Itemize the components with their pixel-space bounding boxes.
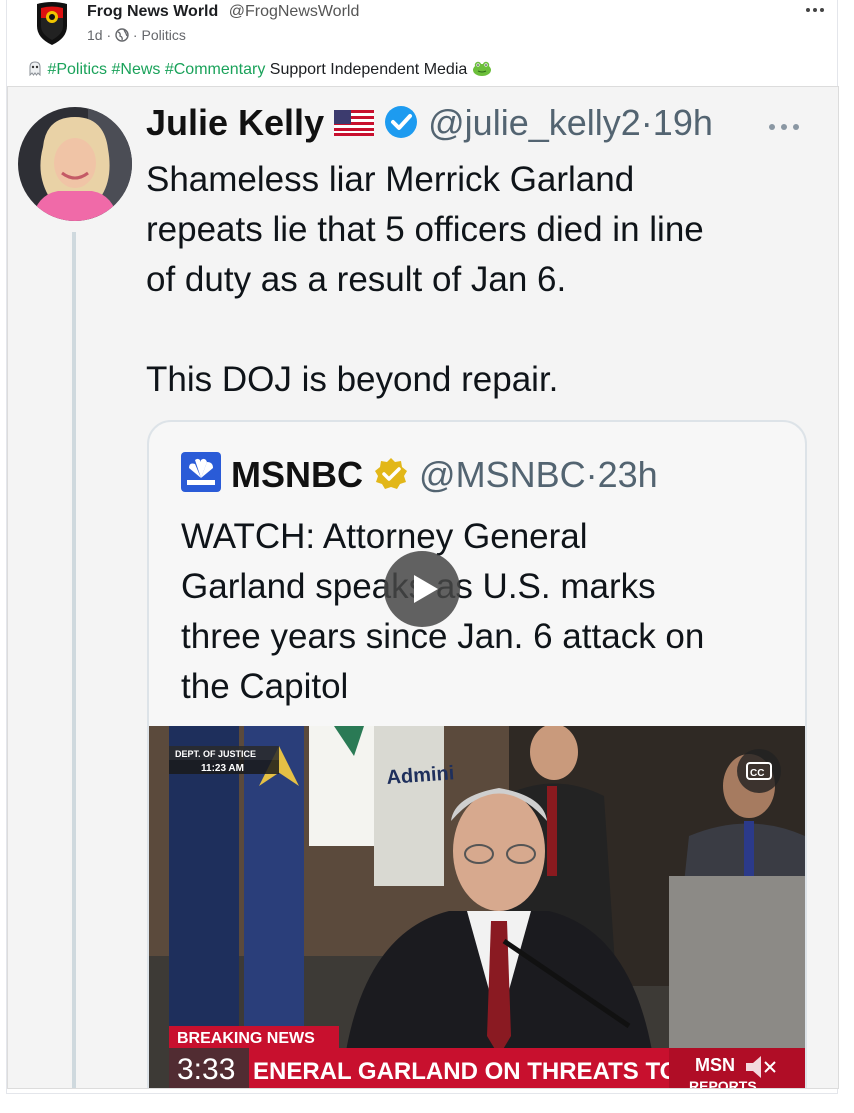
thread-line (72, 232, 76, 1088)
tweet-header: Julie Kelly @julie_kelly2·19h (146, 102, 713, 144)
frog-emoji-icon (472, 61, 492, 78)
post-category[interactable]: Politics (141, 27, 185, 43)
quoted-time: 23h (597, 454, 658, 495)
tweet-text: Shameless liar Merrick Garland repeats l… (146, 155, 816, 405)
author-avatar[interactable] (33, 0, 71, 46)
breaking-label: BREAKING NEWS (177, 1030, 315, 1047)
play-icon (414, 575, 438, 603)
quoted-separator: · (585, 454, 598, 495)
quoted-tweet-header: MSNBC @MSNBC·23h (181, 452, 658, 496)
dept-label: DEPT. OF JUSTICE (175, 749, 256, 759)
quoted-text-line: Garland speaks as U.S. marks (181, 567, 656, 606)
play-button[interactable] (384, 551, 460, 627)
ghost-emoji-icon (27, 61, 47, 78)
meta-separator: · (132, 27, 138, 43)
msnbc-logo-icon (181, 452, 231, 495)
hashtag-link[interactable]: #News (111, 61, 160, 78)
tweet-author-avatar (18, 107, 132, 221)
tweet-author-handle: @julie_kelly2 (428, 102, 641, 143)
post-meta: 1d · · Politics (87, 27, 186, 43)
quoted-author-handle: @MSNBC (419, 454, 586, 495)
clock-label: 11:23 AM (201, 763, 244, 774)
meta-separator: · (106, 27, 112, 43)
tweet-text-line: repeats lie that 5 officers died in line (146, 210, 704, 249)
author-name[interactable]: Frog News World (87, 3, 218, 20)
hashtag-link[interactable]: #Commentary (165, 61, 265, 78)
hashtag-link[interactable]: #Politics (47, 61, 107, 78)
post-age[interactable]: 1d (87, 27, 103, 43)
blue-verified-icon (384, 102, 428, 143)
tweet-author-name: Julie Kelly (146, 102, 325, 143)
cc-label: CC (750, 768, 764, 779)
quoted-tweet-card: MSNBC @MSNBC·23h WATCH: Attorney General… (147, 420, 807, 1089)
feed-post: Frog News World @FrogNewsWorld 1d · · Po… (6, 0, 839, 1094)
caption-text: Support Independent Media (269, 61, 468, 78)
tweet-text-line: This DOJ is beyond repair. (146, 360, 559, 399)
post-author: Frog News World @FrogNewsWorld (87, 3, 359, 21)
tweet-time: 19h (652, 102, 713, 143)
author-handle[interactable]: @FrogNewsWorld (229, 3, 360, 20)
gold-verified-icon (373, 454, 419, 495)
quoted-tweet-text: WATCH: Attorney General Garland speaks a… (181, 512, 781, 712)
network-label: MSN (695, 1055, 735, 1075)
more-options-icon[interactable] (805, 0, 825, 26)
globe-icon (115, 27, 133, 43)
tweet-text-line: of duty as a result of Jan 6. (146, 260, 567, 299)
program-label: REPORTS (689, 1078, 757, 1089)
video-frame: DEPT. OF JUSTICE 11:23 AM Admini BREAKIN… (149, 726, 805, 1089)
us-flag-icon (334, 102, 384, 143)
tweet-separator: · (640, 102, 653, 143)
quoted-text-line: WATCH: Attorney General (181, 517, 588, 556)
post-caption: #Politics #News #Commentary Support Inde… (27, 60, 492, 79)
quoted-text-line: three years since Jan. 6 attack on (181, 617, 705, 656)
quoted-author-name: MSNBC (231, 454, 364, 495)
tweet-text-line: Shameless liar Merrick Garland (146, 160, 635, 199)
tweet-more-icon (768, 107, 800, 139)
quoted-text-line: the Capitol (181, 667, 349, 706)
post-media-image[interactable]: Julie Kelly @julie_kelly2·19h Shameless … (7, 86, 839, 1089)
video-time-bug: 3:33 (177, 1053, 235, 1086)
cc-icon: CC (737, 749, 781, 793)
video-scene: DEPT. OF JUSTICE 11:23 AM Admini BREAKIN… (149, 726, 805, 1089)
